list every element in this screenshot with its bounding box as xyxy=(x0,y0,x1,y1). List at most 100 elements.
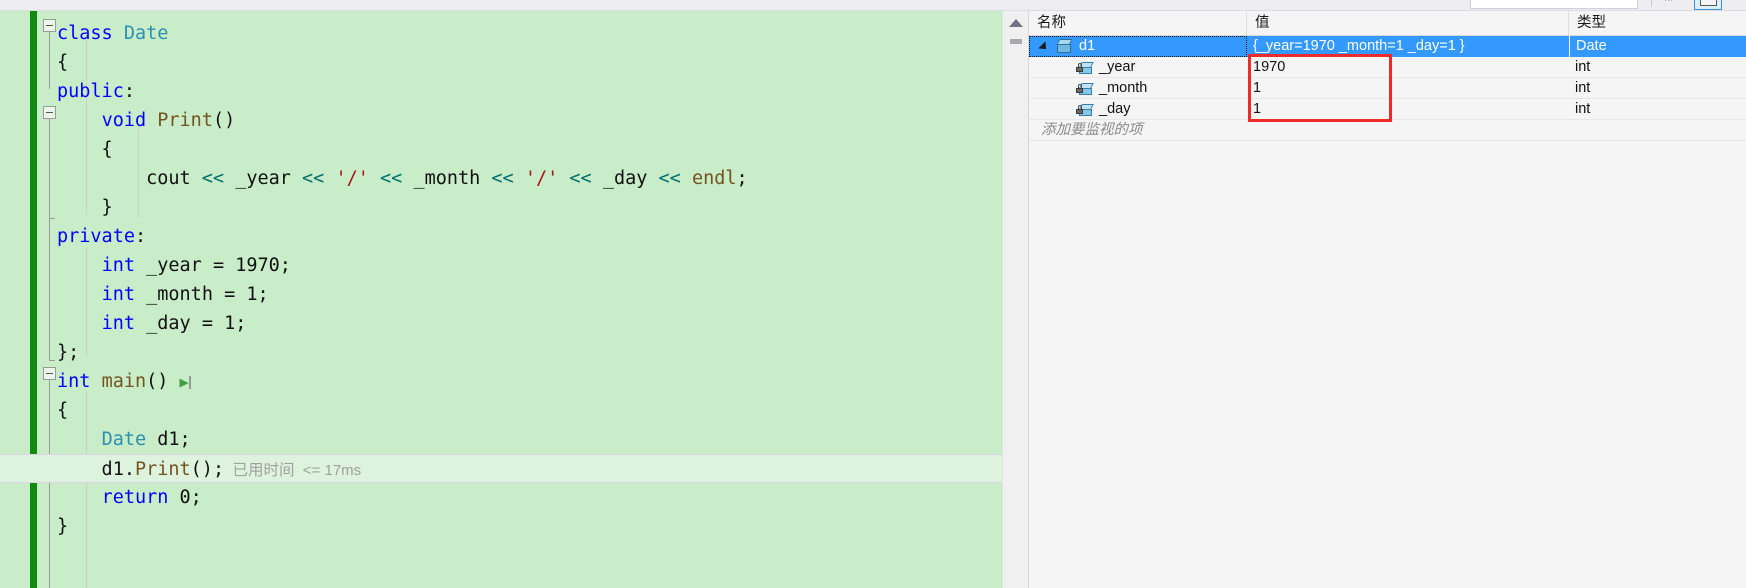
watch-cell-type: int xyxy=(1575,101,1591,117)
code-token: Date xyxy=(123,23,169,44)
code-line-11[interactable]: int _day = 1; xyxy=(0,309,1002,338)
window-layout-icon xyxy=(1700,0,1717,6)
add-watch-placeholder[interactable]: 添加要监视的项 xyxy=(1041,120,1143,141)
code-token: << xyxy=(658,168,692,189)
code-line-2[interactable]: { xyxy=(0,48,1002,77)
code-token: } xyxy=(57,516,69,537)
code-token: (); xyxy=(190,459,225,480)
code-editor[interactable]: class Date{public: void Print() { cout <… xyxy=(0,11,1002,588)
elapsed-time-label: 已用时间 xyxy=(232,462,295,479)
code-line-4[interactable]: void Print() xyxy=(0,106,1002,135)
code-token: : xyxy=(134,226,147,247)
code-line-9[interactable]: int _year = 1970; xyxy=(0,251,1002,280)
code-token: void xyxy=(101,110,158,131)
watch-cell-value[interactable]: 1 xyxy=(1247,78,1569,99)
code-token: return xyxy=(101,487,180,508)
code-token: _month = 1; xyxy=(146,284,269,305)
code-line-12[interactable]: }; xyxy=(0,338,1002,367)
code-line-14[interactable]: { xyxy=(0,396,1002,425)
watch-cell-value[interactable]: 1970 xyxy=(1247,57,1569,78)
code-line-8[interactable]: private: xyxy=(0,222,1002,251)
watch-cell-name[interactable]: _year xyxy=(1029,57,1247,78)
code-token: << xyxy=(380,168,414,189)
watch-cell-value[interactable]: {_year=1970 _month=1 _day=1 } xyxy=(1247,36,1569,57)
code-token: _day xyxy=(602,168,659,189)
code-line-7[interactable]: } xyxy=(0,193,1002,222)
column-header-value[interactable]: 值 xyxy=(1247,11,1569,36)
code-line-1[interactable]: class Date xyxy=(0,19,1002,48)
code-token: 0; xyxy=(179,487,202,508)
code-line-3[interactable]: public: xyxy=(0,77,1002,106)
run-arrow-bar xyxy=(188,376,191,389)
watch-cell-name[interactable]: _month xyxy=(1029,78,1247,99)
code-token: << xyxy=(302,168,336,189)
code-token: int xyxy=(57,371,102,392)
code-line-16[interactable]: d1.Print(); 已用时间 <= 17ms xyxy=(0,454,1002,483)
column-header-name[interactable]: 名称 xyxy=(1029,11,1247,36)
watch-name-label: _day xyxy=(1099,101,1131,117)
code-line-5[interactable]: { xyxy=(0,135,1002,164)
code-token: cout xyxy=(57,168,202,189)
code-token: Print xyxy=(134,459,191,480)
watch-row[interactable]: d1 {_year=1970 _month=1 _day=1 } Date xyxy=(1029,36,1746,57)
code-token: public xyxy=(57,81,124,102)
code-token: private xyxy=(57,226,135,247)
code-token: << xyxy=(569,168,603,189)
elapsed-time-value: <= 17ms xyxy=(302,462,362,479)
column-header-type[interactable]: 类型 xyxy=(1569,11,1746,36)
code-token: () xyxy=(146,371,180,392)
add-watch-row[interactable]: 添加要监视的项 xyxy=(1029,120,1746,141)
code-token: () xyxy=(212,110,236,131)
code-token: main xyxy=(101,371,147,392)
cube-icon xyxy=(1056,39,1073,54)
run-arrow-glyph: ▶ xyxy=(179,373,189,391)
watch-row[interactable]: _year 1970 int xyxy=(1029,57,1746,78)
code-line-18[interactable]: } xyxy=(0,512,1002,541)
private-field-icon xyxy=(1076,60,1094,75)
editor-vertical-scrollbar[interactable] xyxy=(1002,11,1028,588)
debugger-window: ⋯ class Date{public: void Print() { cout… xyxy=(0,0,1746,588)
run-to-cursor-icon[interactable]: ▶ xyxy=(180,368,191,397)
expander-triangle-icon[interactable] xyxy=(1038,41,1050,53)
code-token: _day = 1; xyxy=(146,313,247,334)
code-line-13[interactable]: int main() ▶ xyxy=(0,367,1002,396)
code-token: << xyxy=(201,168,236,189)
code-token: : xyxy=(123,81,135,102)
toolbar-search-input[interactable] xyxy=(1470,0,1638,9)
code-line-6[interactable]: cout << _year << '/' << _month << '/' <<… xyxy=(0,164,1002,193)
code-line-17[interactable]: return 0; xyxy=(0,483,1002,512)
watch-cell-name[interactable]: d1 xyxy=(1029,36,1247,57)
window-layout-button[interactable] xyxy=(1694,0,1722,10)
code-line-10[interactable]: int _month = 1; xyxy=(0,280,1002,309)
code-token: '/' xyxy=(335,168,369,189)
watch-column-headers: 名称 值 类型 xyxy=(1029,11,1746,36)
code-text-layer: class Date{public: void Print() { cout <… xyxy=(0,11,1002,588)
toolbar-separator xyxy=(1651,0,1652,7)
scroll-up-arrow-icon[interactable] xyxy=(1009,19,1023,27)
watch-panel: 名称 值 类型 d1 {_year=1970 _month=1 _day=1 } D… xyxy=(1028,11,1746,588)
code-token: _year xyxy=(235,168,303,189)
code-token: int xyxy=(101,313,147,334)
code-token: endl xyxy=(691,168,737,189)
elapsed-time-annotation[interactable]: 已用时间 <= 17ms xyxy=(224,462,361,479)
watch-row[interactable]: _day 1 int xyxy=(1029,99,1746,120)
code-token: class xyxy=(57,23,124,44)
code-token: int xyxy=(101,284,147,305)
private-field-icon xyxy=(1076,81,1094,96)
watch-rows: d1 {_year=1970 _month=1 _day=1 } Date _year… xyxy=(1029,36,1746,141)
watch-row[interactable]: _month 1 int xyxy=(1029,78,1746,99)
code-token: ; xyxy=(736,168,748,189)
code-token: { xyxy=(57,52,69,73)
code-token: }; xyxy=(57,342,80,363)
code-line-15[interactable]: Date d1; xyxy=(0,425,1002,454)
watch-cell-name[interactable]: _day xyxy=(1029,99,1247,120)
watch-cell-type: Date xyxy=(1569,36,1746,57)
toolbar-overflow-icon[interactable]: ⋯ xyxy=(1664,0,1673,5)
watch-cell-value[interactable]: 1 xyxy=(1247,99,1569,120)
